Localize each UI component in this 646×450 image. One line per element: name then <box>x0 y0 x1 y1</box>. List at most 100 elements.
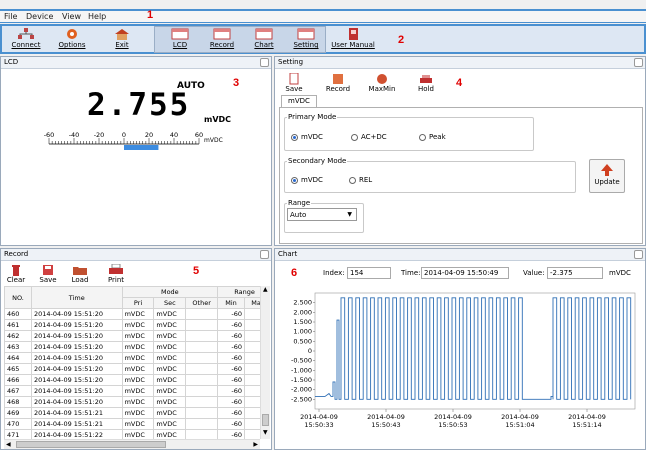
lcd-panel: LCD AUTO 3 2.755 mVDC -60 -40 -20 0 20 40 60 m… <box>0 56 272 246</box>
record-save-button[interactable]: Save <box>35 262 61 284</box>
table-cell-pri: mVDC <box>121 319 155 331</box>
table-row[interactable]: 461 2014-04-09 15:51:20 mVDC mVDC -60 <box>4 319 260 331</box>
index-field[interactable]: 154 <box>347 267 391 279</box>
maximize-icon[interactable] <box>260 250 269 259</box>
tab-mvdc[interactable]: mVDC <box>281 95 317 107</box>
secondary-option-rel[interactable]: REL <box>349 176 372 184</box>
update-button[interactable]: Update <box>589 159 625 193</box>
primary-option-peak[interactable]: Peak <box>419 133 446 141</box>
table-row[interactable]: 465 2014-04-09 15:51:20 mVDC mVDC -60 <box>4 363 260 375</box>
maximize-icon[interactable] <box>634 250 643 259</box>
connect-button[interactable]: Connect <box>6 26 46 53</box>
table-cell-pri: mVDC <box>121 407 155 419</box>
exit-label: Exit <box>115 41 129 49</box>
x-tick-time: 15:50:33 <box>304 421 333 429</box>
lcd-view-label: LCD <box>172 41 188 49</box>
hold-icon <box>420 75 432 83</box>
table-row[interactable]: 464 2014-04-09 15:51:20 mVDC mVDC -60 <box>4 352 260 364</box>
y-tick-label: -2.500 <box>291 395 312 403</box>
user-manual-button[interactable]: User Manual <box>330 26 376 53</box>
lcd-view-button[interactable]: LCD <box>160 26 200 53</box>
window-icon <box>297 28 315 40</box>
table-row[interactable]: 467 2014-04-09 15:51:20 mVDC mVDC -60 <box>4 385 260 397</box>
col-time[interactable]: Time <box>30 286 123 309</box>
time-field[interactable]: 2014-04-09 15:50:49 <box>421 267 509 279</box>
setting-view-button[interactable]: Setting <box>286 26 326 53</box>
setting-save-label: Save <box>285 85 303 93</box>
table-cell-min: -60 <box>217 363 246 375</box>
setting-save-button[interactable]: Save <box>281 71 307 93</box>
menu-file[interactable]: File <box>4 12 17 21</box>
table-cell-other <box>185 374 219 386</box>
chart-view-button[interactable]: Chart <box>244 26 284 53</box>
col-pri[interactable]: Pri <box>121 297 155 309</box>
menu-device[interactable]: Device <box>26 12 53 21</box>
table-row[interactable]: 460 2014-04-09 15:51:20 mVDC mVDC -60 <box>4 308 260 320</box>
col-no[interactable]: NO. <box>4 286 32 309</box>
table-row[interactable]: 463 2014-04-09 15:51:20 mVDC mVDC -60 <box>4 341 260 353</box>
primary-option-acdc[interactable]: AC+DC <box>351 133 387 141</box>
scroll-up-icon[interactable]: ▲ <box>263 286 268 293</box>
scroll-down-icon[interactable]: ▼ <box>263 429 268 436</box>
table-row[interactable]: 471 2014-04-09 15:51:22 mVDC mVDC -60 <box>4 429 260 439</box>
marker-toolbar: 2 <box>398 34 405 46</box>
table-row[interactable]: 470 2014-04-09 15:51:21 mVDC mVDC -60 <box>4 418 260 430</box>
table-cell-sec: mVDC <box>153 418 187 430</box>
menu-help[interactable]: Help <box>88 12 106 21</box>
record-view-button[interactable]: Record <box>202 26 242 53</box>
col-max[interactable]: Max <box>244 297 260 309</box>
table-cell-sec: mVDC <box>153 330 187 342</box>
table-cell-time: 2014-04-09 15:51:22 <box>30 429 123 439</box>
range-select[interactable]: Auto ▼ <box>287 208 357 221</box>
record-table-container: NO. Time Mode Range Pri Sec Other Min Ma… <box>4 286 260 439</box>
secondary-option-mvdc[interactable]: mVDC <box>291 176 323 184</box>
col-sec[interactable]: Sec <box>153 297 187 309</box>
hold-button[interactable]: Hold <box>411 71 441 93</box>
table-row[interactable]: 469 2014-04-09 15:51:21 mVDC mVDC -60 <box>4 407 260 419</box>
range-value: Auto <box>290 211 307 219</box>
table-row[interactable]: 466 2014-04-09 15:51:20 mVDC mVDC -60 <box>4 374 260 386</box>
record-panel: Record Clear Save Load Print 5 NO. Time … <box>0 248 272 450</box>
table-cell-pri: mVDC <box>121 341 155 353</box>
value-field[interactable]: -2.375 <box>547 267 603 279</box>
scroll-left-icon[interactable]: ◀ <box>6 441 11 448</box>
printer-icon <box>109 264 123 274</box>
x-tick-date: 2014-04-09 <box>501 413 539 421</box>
col-mode[interactable]: Mode <box>121 286 219 298</box>
table-cell-time: 2014-04-09 15:51:20 <box>30 319 123 331</box>
menu-view[interactable]: View <box>62 12 81 21</box>
exit-button[interactable]: Exit <box>102 26 142 53</box>
vertical-scrollbar[interactable]: ▲ ▼ <box>260 286 270 439</box>
chart-plot[interactable]: 2.5002.000 1.500 1.0000.500 0 -0.500-1.000 -1… <box>279 287 641 449</box>
options-label: Options <box>58 41 86 49</box>
col-other[interactable]: Other <box>185 297 219 309</box>
table-cell-other <box>185 385 219 397</box>
radio-selected-icon <box>291 133 298 141</box>
maxmin-button[interactable]: MaxMin <box>367 71 397 93</box>
table-row[interactable]: 468 2014-04-09 15:51:20 mVDC mVDC -60 <box>4 396 260 408</box>
load-button[interactable]: Load <box>67 262 93 284</box>
horizontal-scrollbar[interactable]: ◀ ▶ <box>4 439 260 449</box>
clear-button[interactable]: Clear <box>3 262 29 284</box>
maximize-icon[interactable] <box>260 58 269 67</box>
table-cell-pri: mVDC <box>121 352 155 364</box>
col-min[interactable]: Min <box>217 297 246 309</box>
setting-record-button[interactable]: Record <box>323 71 353 93</box>
primary-option-acdc-label: AC+DC <box>361 133 387 141</box>
table-cell-min: -60 <box>217 352 246 364</box>
scroll-right-icon[interactable]: ▶ <box>253 441 258 448</box>
maximize-icon[interactable] <box>634 58 643 67</box>
marker-setting: 4 <box>456 77 463 89</box>
options-button[interactable]: Options <box>52 26 92 53</box>
scrollbar-thumb[interactable] <box>262 414 269 426</box>
col-range[interactable]: Range <box>217 286 260 298</box>
secondary-option-rel-label: REL <box>359 176 373 184</box>
h-scrollbar-thumb[interactable] <box>16 441 166 448</box>
print-button[interactable]: Print <box>103 262 129 284</box>
x-tick-date: 2014-04-09 <box>367 413 405 421</box>
primary-option-mvdc[interactable]: mVDC <box>291 133 323 141</box>
lcd-reading: 2.755 <box>87 87 191 123</box>
table-row[interactable]: 462 2014-04-09 15:51:20 mVDC mVDC -60 <box>4 330 260 342</box>
y-tick-label: 2.500 <box>293 299 312 307</box>
y-tick-label: -1.500 <box>291 376 312 384</box>
